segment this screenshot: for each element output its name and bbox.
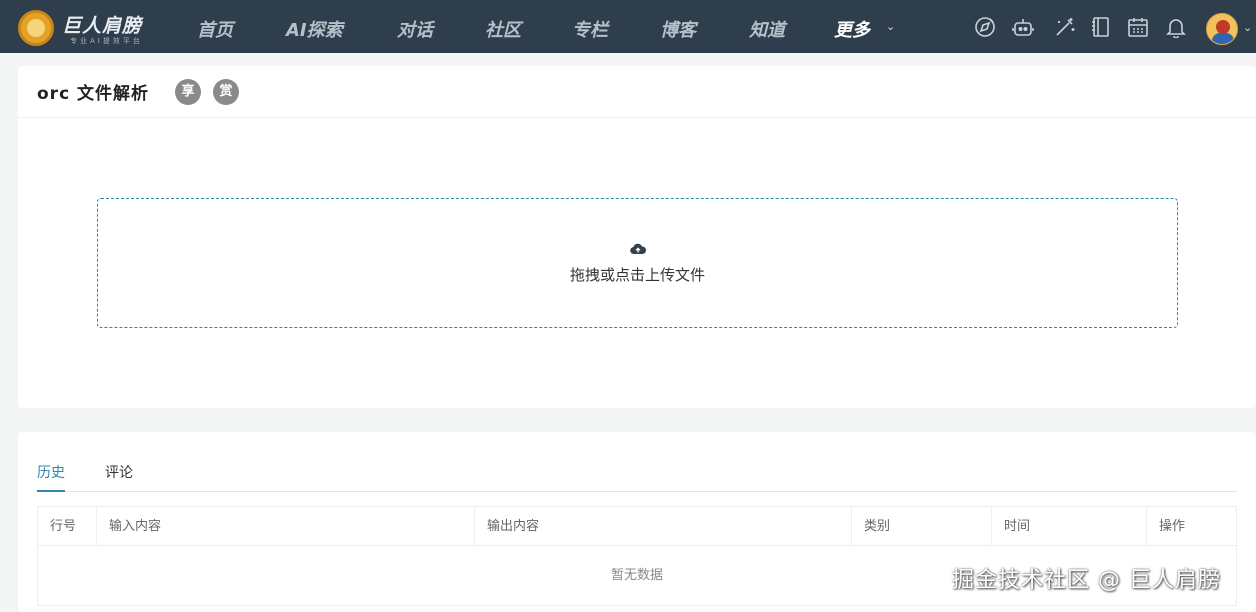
nav-ai-explore[interactable]: AI探索 (286, 16, 343, 42)
nav-home[interactable]: 首页 (197, 16, 233, 42)
table-header: 行号 输入内容 输出内容 类别 时间 操作 (38, 507, 1236, 546)
page-title: orc 文件解析 (37, 84, 150, 104)
column-header-time[interactable]: 时间 (992, 507, 1147, 546)
site-logo[interactable]: 巨人肩膀 专业AI提效平台 (18, 9, 158, 47)
brand-slogan: 专业AI提效平台 (70, 37, 143, 45)
reward-button[interactable]: 赏 (213, 79, 239, 105)
file-parse-card: orc 文件解析 享 赏 拖拽或点击上传文件 (18, 66, 1256, 408)
user-avatar[interactable] (1206, 13, 1238, 45)
nav-blog[interactable]: 博客 (660, 16, 696, 42)
cloud-upload-icon (630, 241, 647, 255)
lion-mascot-icon (18, 10, 54, 46)
notebook-icon[interactable] (1090, 16, 1112, 38)
tab-history[interactable]: 历史 (37, 462, 65, 482)
nav-more[interactable]: 更多 (834, 16, 870, 42)
column-header-input[interactable]: 输入内容 (97, 507, 475, 546)
nav-column[interactable]: 专栏 (572, 16, 608, 42)
share-button[interactable]: 享 (175, 79, 201, 105)
column-header-category[interactable]: 类别 (852, 507, 992, 546)
tab-comments[interactable]: 评论 (105, 462, 133, 482)
column-header-output[interactable]: 输出内容 (475, 507, 852, 546)
avatar-chevron-down-icon[interactable]: ⌄ (1243, 21, 1252, 34)
watermark: 掘金技术社区 @ 巨人肩膀 (952, 568, 1221, 593)
robot-icon[interactable] (1012, 16, 1034, 38)
column-header-actions[interactable]: 操作 (1147, 507, 1236, 546)
nav-chat[interactable]: 对话 (397, 16, 433, 42)
upload-instruction: 拖拽或点击上传文件 (569, 266, 705, 284)
active-tab-indicator (37, 490, 65, 492)
compass-icon[interactable] (974, 16, 996, 38)
nav-community[interactable]: 社区 (485, 16, 521, 42)
column-header-row-number[interactable]: 行号 (38, 507, 97, 546)
bell-icon[interactable] (1165, 16, 1187, 39)
upload-dropzone[interactable]: 拖拽或点击上传文件 (97, 198, 1178, 328)
calendar-icon[interactable] (1127, 16, 1149, 38)
top-navigation-bar: 巨人肩膀 专业AI提效平台 首页 AI探索 对话 社区 专栏 博客 知道 更多 … (0, 0, 1256, 53)
history-tabs: 历史 评论 (37, 462, 1237, 492)
magic-wand-icon[interactable] (1054, 16, 1076, 38)
brand-name: 巨人肩膀 (62, 15, 143, 37)
chevron-down-icon[interactable]: ⌄ (886, 20, 895, 33)
card-header: orc 文件解析 享 赏 (18, 66, 1256, 118)
nav-zhidao[interactable]: 知道 (749, 16, 785, 42)
